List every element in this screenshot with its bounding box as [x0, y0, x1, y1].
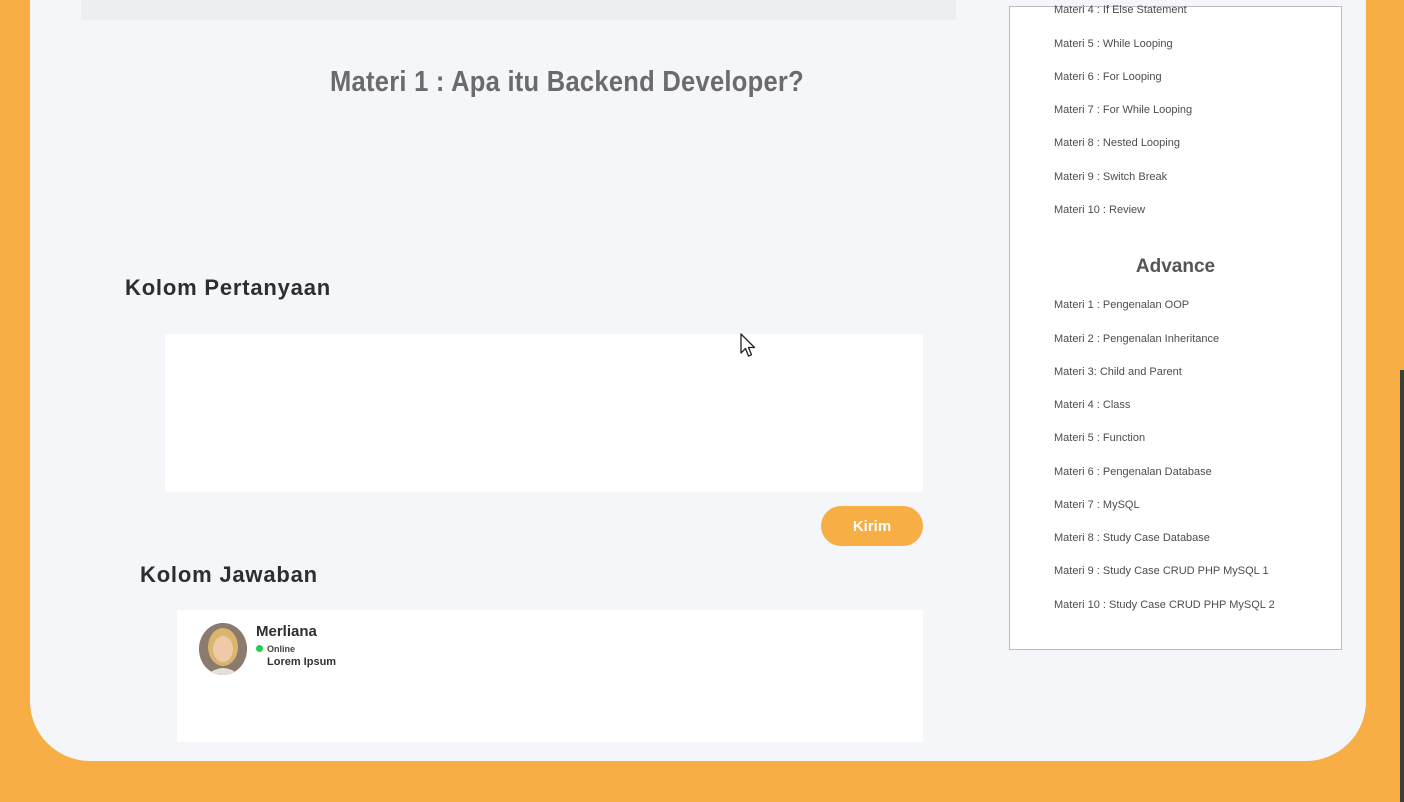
lesson-item-advance-4[interactable]: Materi 4 : Class: [1054, 399, 1130, 411]
lesson-item-basic-8[interactable]: Materi 8 : Nested Looping: [1054, 137, 1180, 149]
lesson-item-advance-8[interactable]: Materi 8 : Study Case Database: [1054, 532, 1210, 544]
answer-text: Lorem Ipsum: [267, 656, 337, 668]
lesson-item-advance-3[interactable]: Materi 3: Child and Parent: [1054, 366, 1182, 378]
lesson-item-basic-5[interactable]: Materi 5 : While Looping: [1054, 38, 1173, 50]
lesson-item-basic-10[interactable]: Materi 10 : Review: [1054, 204, 1145, 216]
lesson-item-basic-7[interactable]: Materi 7 : For While Looping: [1054, 104, 1192, 116]
advance-heading: Advance: [1135, 256, 1216, 277]
curriculum-panel: Materi 4 : If Else Statement Materi 5 : …: [1009, 4, 1342, 650]
online-status-label: Online: [267, 644, 296, 654]
answer-card: Merliana Online Lorem Ipsum: [177, 610, 923, 742]
mouse-cursor-icon: [740, 333, 756, 357]
video-area-bottom-edge: [81, 0, 956, 20]
avatar-image: [199, 623, 247, 675]
lesson-item-basic-4[interactable]: Materi 4 : If Else Statement: [1054, 4, 1187, 16]
page-scrollbar[interactable]: [1400, 370, 1404, 802]
lesson-item-advance-6[interactable]: Materi 6 : Pengenalan Database: [1054, 466, 1212, 478]
lesson-item-advance-5[interactable]: Materi 5 : Function: [1054, 432, 1145, 444]
lesson-item-advance-1[interactable]: Materi 1 : Pengenalan OOP: [1054, 299, 1189, 311]
lesson-item-advance-9[interactable]: Materi 9 : Study Case CRUD PHP MySQL 1: [1054, 565, 1269, 577]
online-status-dot: [256, 645, 263, 652]
answer-section-heading: Kolom Jawaban: [140, 562, 318, 587]
lesson-item-advance-7[interactable]: Materi 7 : MySQL: [1054, 499, 1140, 511]
lesson-item-advance-2[interactable]: Materi 2 : Pengenalan Inheritance: [1054, 333, 1219, 345]
question-section-heading: Kolom Pertanyaan: [125, 275, 331, 300]
send-button[interactable]: Kirim: [821, 506, 923, 546]
lesson-title: Materi 1 : Apa itu Backend Developer?: [330, 66, 804, 98]
answer-author-name: Merliana: [256, 623, 317, 640]
question-input[interactable]: [165, 334, 923, 492]
avatar: [199, 623, 247, 675]
lesson-item-advance-10[interactable]: Materi 10 : Study Case CRUD PHP MySQL 2: [1054, 599, 1275, 611]
lesson-item-basic-6[interactable]: Materi 6 : For Looping: [1054, 71, 1162, 83]
lesson-item-basic-9[interactable]: Materi 9 : Switch Break: [1054, 171, 1167, 183]
